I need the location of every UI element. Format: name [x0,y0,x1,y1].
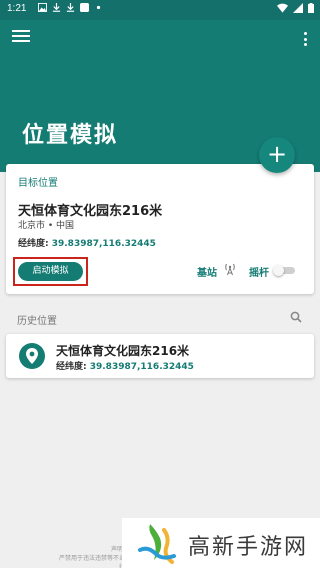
coordinates-value: 39.83987,116.32445 [51,239,156,249]
menu-button[interactable] [12,30,30,46]
antenna-icon[interactable] [223,262,237,276]
page-title: 位置模拟 [22,123,119,148]
signal-icon [293,3,303,13]
disclaimer-line-2: 严禁用于违法违禁等不当行 [58,555,125,568]
download-notification-icon-2 [66,3,75,12]
coordinates-value: 39.83987,116.32445 [89,362,194,372]
search-icon[interactable] [290,311,302,323]
menu-icon-line [12,40,30,42]
target-location-card: 目标位置 天恒体育文化园东216米 北京市 • 中国 经纬度: 39.83987… [6,164,314,294]
disclaimer-text: 声明: 严禁用于违法违禁等不当行 [55,545,125,568]
target-location-region: 北京市 • 中国 [18,221,75,231]
joystick-label: 摇杆 [249,268,269,279]
status-bar: 1:21 [0,0,320,20]
overflow-icon-dot [303,37,307,41]
pin-glyph [26,348,38,364]
toggle-knob [273,265,284,276]
joystick-toggle[interactable] [273,265,295,276]
image-notification-icon [38,3,47,12]
status-time: 1:21 [7,3,27,14]
menu-icon-line [12,35,30,37]
list-item[interactable]: 天恒体育文化园东216米 经纬度: 39.83987,116.32445 [6,334,314,378]
coordinates-label: 经纬度: [56,362,90,372]
watermark-overlay: 高新手游网 [122,518,320,568]
base-station-label[interactable]: 基站 [197,264,217,279]
history-coordinates: 经纬度: 39.83987,116.32445 [56,359,194,372]
target-coordinates: 经纬度: 39.83987,116.32445 [18,236,156,249]
location-pin-icon [19,343,45,369]
disclaimer-line-1: 声明: [110,546,125,553]
watermark-text: 高新手游网 [188,535,309,560]
dot-notification-icon [96,5,101,10]
download-notification-icon [52,3,61,12]
notification-icons [38,3,103,12]
coordinates-label: 经纬度: [18,239,52,249]
overflow-icon-dot [303,32,307,35]
overflow-icon-dot [303,43,307,46]
target-location-name: 天恒体育文化园东216米 [18,204,163,219]
history-header: 历史位置 [17,316,57,327]
history-location-name: 天恒体育文化园东216米 [56,344,190,358]
system-icons [277,3,314,13]
watermark-logo [138,524,176,564]
app-notification-icon [80,3,89,12]
target-location-header: 目标位置 [18,178,58,189]
battery-icon [308,3,314,13]
menu-icon-line [12,30,30,32]
start-simulation-button[interactable]: 启动模拟 [18,262,83,281]
wifi-icon [277,3,288,13]
add-location-fab[interactable]: + [259,137,295,173]
overflow-menu-button[interactable] [302,32,308,46]
